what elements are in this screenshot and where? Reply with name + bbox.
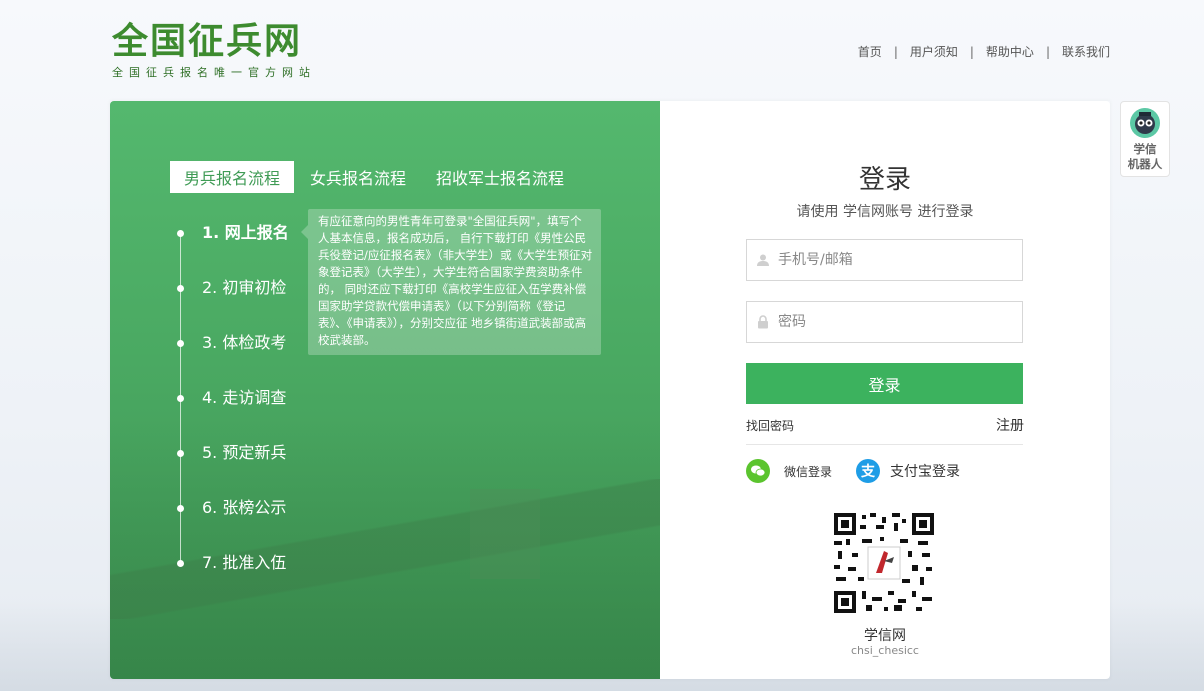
password-field[interactable] [746,301,1023,343]
logo-title: 全国征兵网 [112,21,303,62]
step-label: 7. 批准入伍 [202,553,287,572]
step-item[interactable]: 7. 批准入伍 [177,549,289,604]
process-tabs: 男兵报名流程 女兵报名流程 招收军士报名流程 [170,161,580,193]
step-dot [177,560,184,567]
lock-icon [756,315,770,329]
step-label: 4. 走访调查 [202,388,287,407]
step-item[interactable]: 5. 预定新兵 [177,439,289,494]
divider [746,444,1023,445]
tab-nco-process[interactable]: 招收军士报名流程 [422,161,578,193]
wechat-icon [746,459,770,483]
nav-home[interactable]: 首页 [858,43,882,60]
step-label: 5. 预定新兵 [202,443,287,462]
step-dot [177,340,184,347]
robot-label-line1: 学信 [1133,142,1157,156]
qr-code-account: chsi_chesicc [851,644,919,657]
step-item[interactable]: 3. 体检政考 [177,329,289,384]
step-item[interactable]: 4. 走访调查 [177,384,289,439]
top-nav: 首页 | 用户须知 | 帮助中心 | 联系我们 [858,43,1110,60]
main-card: 男兵报名流程 女兵报名流程 招收军士报名流程 1. 网上报名 2. 初审初检 3… [110,101,1110,679]
nav-help-center[interactable]: 帮助中心 [986,43,1034,60]
step-dot [177,450,184,457]
process-panel: 男兵报名流程 女兵报名流程 招收军士报名流程 1. 网上报名 2. 初审初检 3… [110,101,660,679]
step-label: 2. 初审初检 [202,278,287,297]
robot-icon [1130,108,1160,138]
password-input[interactable] [776,313,1022,331]
tab-male-process[interactable]: 男兵报名流程 [170,161,295,193]
great-wall-tower [470,489,540,579]
login-panel: 登录 请使用 学信网账号 进行登录 登录 找回密码 注册 微信登录 支 支付 [660,101,1110,679]
step-label: 1. 网上报名 [202,223,289,242]
login-button[interactable]: 登录 [746,363,1023,404]
site-logo[interactable]: 全国征兵网 全国征兵报名唯一官方网站 [112,22,316,80]
step-description-tooltip: 有应征意向的男性青年可登录"全国征兵网"，填写个人基本信息，报名成功后， 自行下… [301,209,601,355]
qr-code-name: 学信网 [864,628,906,644]
user-icon [756,253,770,267]
nav-contact-us[interactable]: 联系我们 [1062,43,1110,60]
step-item[interactable]: 2. 初审初检 [177,274,289,329]
qr-code-image [832,511,936,615]
username-field[interactable] [746,239,1023,281]
step-dot [177,285,184,292]
step-label: 6. 张榜公示 [202,498,287,517]
step-dot [177,230,184,237]
alipay-login[interactable]: 支 支付宝登录 [856,459,960,483]
register-link[interactable]: 注册 [996,415,1024,435]
nav-separator: | [969,44,974,59]
nav-user-notice[interactable]: 用户须知 [910,43,958,60]
login-subtitle: 请使用 学信网账号 进行登录 [796,204,974,220]
xuexin-robot-button[interactable]: 学信 机器人 [1120,101,1170,177]
process-steps: 1. 网上报名 2. 初审初检 3. 体检政考 4. 走访调查 5. 预定新兵 … [177,219,289,604]
forgot-password-link[interactable]: 找回密码 [746,417,794,434]
alipay-login-label: 支付宝登录 [890,464,960,480]
nav-separator: | [1045,44,1050,59]
step-label: 3. 体检政考 [202,333,287,352]
logo-subtitle: 全国征兵报名唯一官方网站 [112,66,316,79]
wechat-login[interactable]: 微信登录 [746,459,832,483]
login-title: 登录 [858,165,911,195]
wechat-login-label: 微信登录 [784,464,833,479]
alipay-icon: 支 [856,459,880,483]
robot-label: 学信 机器人 [1121,142,1169,172]
nav-separator: | [893,44,898,59]
step-item[interactable]: 6. 张榜公示 [177,494,289,549]
step-dot [177,505,184,512]
step-item[interactable]: 1. 网上报名 [177,219,289,274]
robot-label-line2: 机器人 [1127,157,1163,171]
step-dot [177,395,184,402]
tab-female-process[interactable]: 女兵报名流程 [296,161,420,193]
username-input[interactable] [776,251,1022,269]
